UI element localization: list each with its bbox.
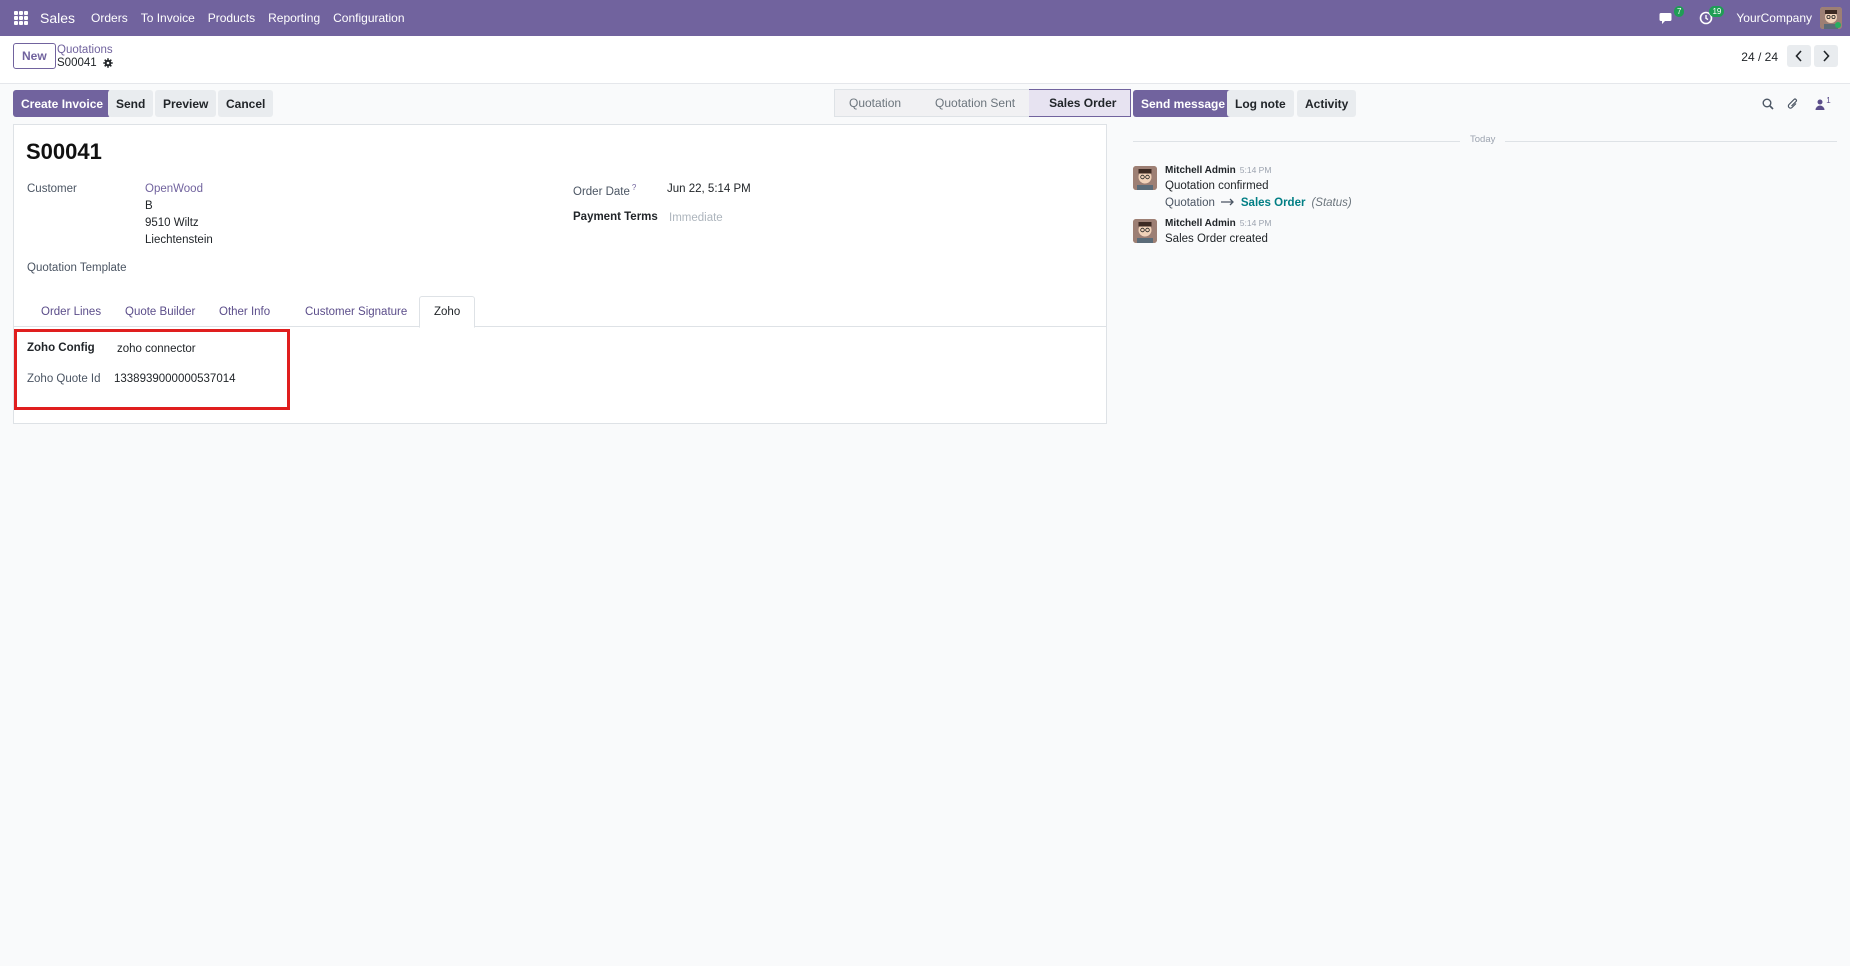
tracking-old-value: Quotation [1165,197,1215,209]
activities-clock-icon[interactable]: 19 [1696,6,1725,28]
record-title: S00041 [26,139,102,164]
followers-count: 1 [1826,96,1831,105]
customer-address-line-2: 9510 Wiltz [145,217,199,229]
chevron-right-icon [1823,50,1830,62]
cancel-button[interactable]: Cancel [218,90,274,117]
payment-terms-field[interactable]: Immediate [669,212,723,224]
tab-zoho[interactable]: Zoho [419,296,476,328]
pager-next-button[interactable] [1814,45,1838,67]
help-tooltip-icon[interactable]: ? [632,183,636,192]
message-body: Quotation confirmed [1165,180,1269,192]
date-separator-label: Today [1460,134,1506,145]
menu-configuration[interactable]: Configuration [333,11,404,25]
customer-label: Customer [27,183,77,195]
messages-icon[interactable]: 7 [1656,6,1685,28]
tracking-value: Quotation Sales Order (Status) [1165,197,1352,209]
send-message-button[interactable]: Send message [1133,90,1234,117]
arrow-right-icon [1220,197,1235,209]
avatar[interactable] [1133,219,1157,243]
followers-button[interactable]: 1 [1812,96,1834,112]
message-time: 5:14 PM [1239,218,1272,228]
search-icon[interactable] [1760,96,1776,112]
pager-value[interactable]: 24 / 24 [1741,50,1778,64]
activities-badge: 19 [1709,6,1725,17]
menu-orders[interactable]: Orders [91,11,128,25]
avatar[interactable] [1133,166,1157,190]
user-icon [1815,99,1825,110]
chevron-left-icon [1795,50,1802,62]
create-invoice-button[interactable]: Create Invoice [13,90,112,117]
tab-other-info[interactable]: Other Info [205,296,284,327]
control-panel: New Quotations S00041 24 / 24 [0,36,1850,84]
app-menu-icon[interactable] [14,11,28,25]
payment-terms-label: Payment Terms [573,211,658,223]
messages-badge: 7 [1673,6,1685,17]
breadcrumb-current-label: S00041 [57,57,97,69]
top-navbar: Sales Orders To Invoice Products Reporti… [0,0,1850,36]
log-note-button[interactable]: Log note [1227,90,1294,117]
paperclip-icon[interactable] [1785,96,1801,112]
gear-icon[interactable] [102,58,113,68]
message-body: Sales Order created [1165,233,1268,245]
order-date-label: Order Date? [573,183,637,198]
customer-address-line-1: B [145,200,153,212]
status-step-sales-order[interactable]: Sales Order [1029,89,1132,117]
status-step-quotation-sent[interactable]: Quotation Sent [915,89,1030,117]
user-avatar[interactable] [1820,7,1842,29]
customer-link[interactable]: OpenWood [145,183,203,195]
menu-products[interactable]: Products [208,11,255,25]
breadcrumb-current: S00041 [57,57,113,69]
pager-previous-button[interactable] [1787,45,1811,67]
new-button[interactable]: New [13,43,56,69]
chatter-panel: Send message Log note Activity 1 Today M… [1120,84,1850,966]
status-step-quotation[interactable]: Quotation [834,89,916,117]
message-author[interactable]: Mitchell Admin 5:14 PM [1165,165,1271,176]
quotation-template-label: Quotation Template [27,262,127,274]
message-time: 5:14 PM [1239,165,1272,175]
app-name[interactable]: Sales [40,10,75,26]
message-author[interactable]: Mitchell Admin 5:14 PM [1165,218,1271,229]
tracking-field-name: (Status) [1311,197,1352,209]
send-button[interactable]: Send [108,90,154,117]
tab-order-lines[interactable]: Order Lines [27,296,115,327]
form-sheet: S00041 Customer OpenWood B 9510 Wiltz Li… [13,124,1107,424]
tab-quote-builder[interactable]: Quote Builder [111,296,209,327]
status-bar: Quotation Quotation Sent Sales Order [834,89,1132,117]
tracking-new-value: Sales Order [1240,197,1306,209]
activity-button[interactable]: Activity [1297,90,1357,117]
order-date-value[interactable]: Jun 22, 5:14 PM [667,183,751,195]
tab-customer-signature[interactable]: Customer Signature [291,296,421,327]
highlight-annotation-box [14,329,290,410]
notebook-tabs: Order Lines Quote Builder Other Info Cus… [14,296,1106,328]
preview-button[interactable]: Preview [155,90,217,117]
breadcrumb-quotations[interactable]: Quotations [57,44,113,56]
menu-to-invoice[interactable]: To Invoice [141,11,195,25]
menu-reporting[interactable]: Reporting [268,11,320,25]
company-switcher[interactable]: YourCompany [1736,11,1812,25]
customer-address-line-3: Liechtenstein [145,234,213,246]
